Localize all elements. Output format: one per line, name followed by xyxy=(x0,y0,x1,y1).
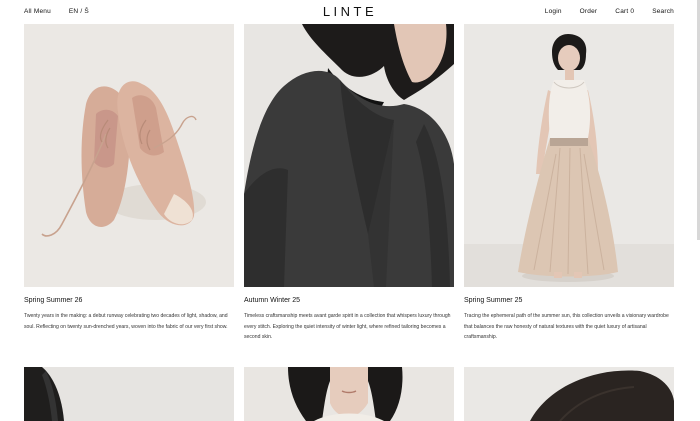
collection-image-portrait[interactable] xyxy=(244,367,454,421)
order-link[interactable]: Order xyxy=(580,8,598,15)
site-header: All Menu EN / Ŝ LINTE Login Order Cart 0… xyxy=(0,0,700,24)
collection-image-coat[interactable] xyxy=(244,24,454,287)
search-link[interactable]: Search xyxy=(652,8,674,15)
collection-image-dark-figure[interactable] xyxy=(24,367,234,421)
collection-description: Twenty years in the making: a debut runw… xyxy=(24,313,228,330)
collection-image-model[interactable] xyxy=(464,24,674,287)
collection-image-shoes[interactable] xyxy=(24,24,234,287)
cart-link[interactable]: Cart 0 xyxy=(615,8,634,15)
collection-description: Tracing the ephemeral path of the summer… xyxy=(464,313,669,340)
collection-title[interactable]: Spring Summer 25 xyxy=(464,297,522,304)
collection-title[interactable]: Autumn Winter 25 xyxy=(244,297,300,304)
header-right-nav: Login Order Cart 0 Search xyxy=(545,8,674,15)
collection-image-hair[interactable] xyxy=(464,367,674,421)
login-link[interactable]: Login xyxy=(545,8,562,15)
collection-title[interactable]: Spring Summer 26 xyxy=(24,297,82,304)
collection-description: Timeless craftsmanship meets avant garde… xyxy=(244,313,451,340)
